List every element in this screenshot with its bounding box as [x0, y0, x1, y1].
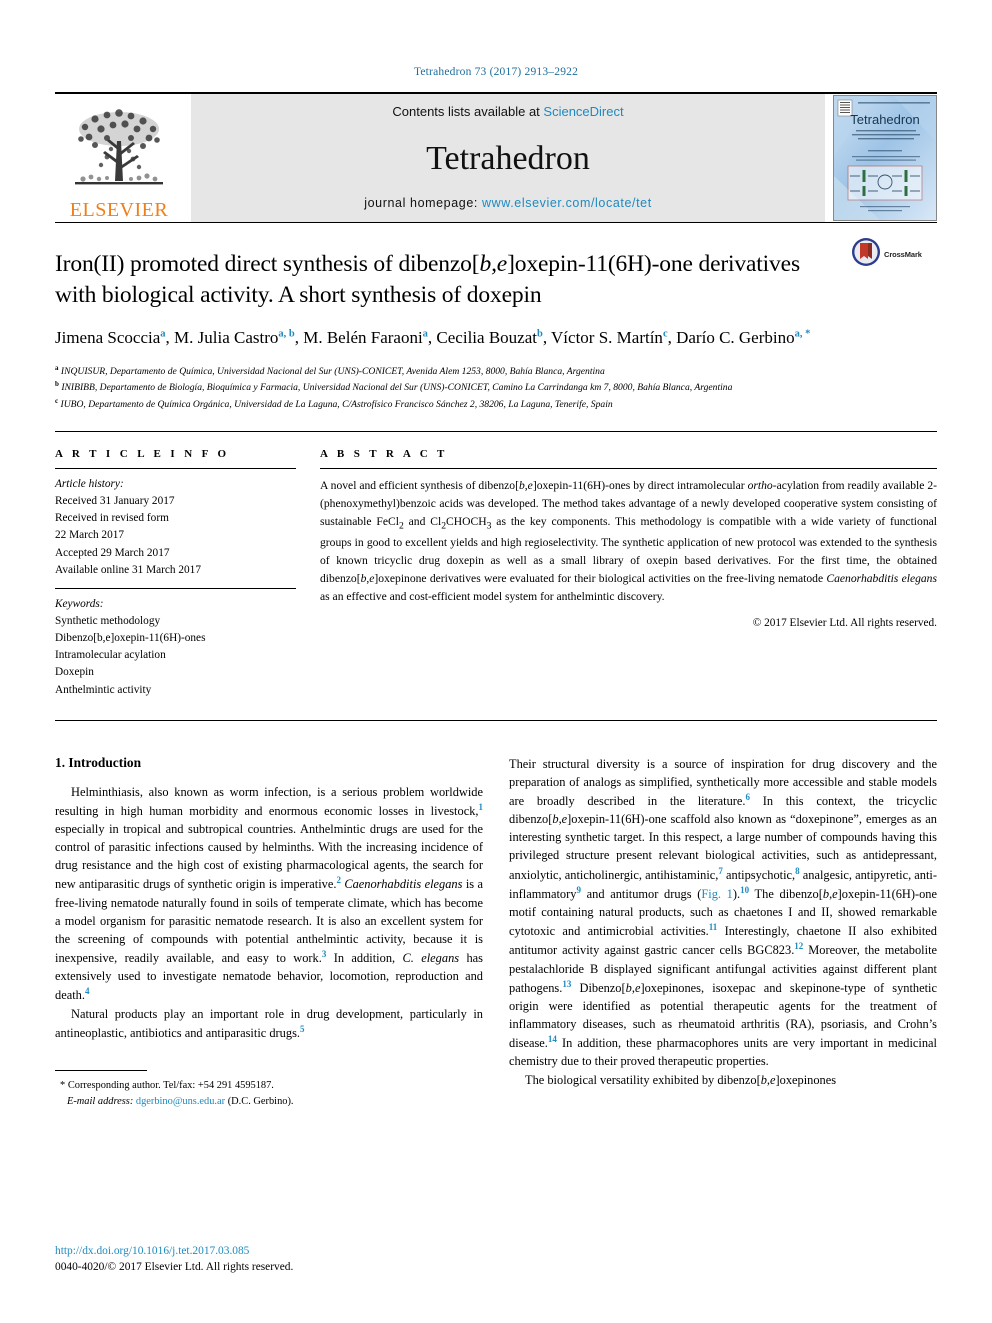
- abstract-heading: A B S T R A C T: [320, 447, 448, 460]
- homepage-label: journal homepage:: [364, 196, 483, 210]
- abstract-copyright: © 2017 Elsevier Ltd. All rights reserved…: [752, 617, 937, 629]
- issn-copyright-line: 0040-4020/© 2017 Elsevier Ltd. All right…: [55, 1261, 294, 1274]
- author-affil-mark: a, *: [794, 328, 811, 340]
- body-paragraph: Natural products play an important role …: [55, 1006, 483, 1040]
- journal-cover-thumbnail: Tetrahedron: [833, 95, 937, 221]
- abstract-text: A novel and efficient synthesis of diben…: [320, 478, 938, 604]
- page-footer: http://dx.doi.org/10.1016/j.tet.2017.03.…: [55, 1243, 293, 1276]
- affiliation-mark: c: [55, 397, 59, 406]
- article-history-block: Article history: Received 31 January 201…: [55, 469, 296, 588]
- email-link[interactable]: dgerbino@uns.edu.ar: [136, 1096, 225, 1107]
- author-affil-mark: a, b: [278, 328, 295, 340]
- body-column-right: Their structural diversity is a source o…: [509, 755, 937, 1109]
- body-paragraph: Helminthiasis, also known as worm infect…: [55, 784, 483, 1003]
- journal-article-page: Tetrahedron 73 (2017) 2913–2922 ELSEVIER…: [0, 0, 992, 1323]
- author-item: Jimena Scocciaa,: [55, 328, 174, 347]
- homepage-url[interactable]: www.elsevier.com/locate/tet: [482, 196, 652, 210]
- sciencedirect-link[interactable]: ScienceDirect: [543, 104, 623, 119]
- elsevier-tree-icon: [63, 107, 175, 199]
- author-name: Darío C. Gerbino: [676, 328, 795, 348]
- title-part-1: Iron(II) promoted direct synthesis of di…: [55, 251, 480, 277]
- author-name: Cecilia Bouzat: [436, 328, 537, 348]
- keyword-item: Intramolecular acylation: [55, 649, 166, 662]
- keyword-item: Synthetic methodology: [55, 614, 161, 627]
- crossmark-icon: [851, 237, 881, 272]
- corresponding-author-text: Corresponding author. Tel/fax: +54 291 4…: [67, 1079, 274, 1091]
- history-line: 22 March 2017: [55, 529, 125, 542]
- author-item: Darío C. Gerbinoa, *: [676, 328, 810, 347]
- history-line: Received in revised form: [55, 512, 169, 525]
- author-sep: ,: [542, 328, 552, 348]
- crossmark-badge[interactable]: CrossMark: [851, 237, 937, 272]
- affiliation-item: c IUBO, Departamento de Química Orgánica…: [55, 396, 937, 413]
- author-list: Jimena Scocciaa, M. Julia Castroa, b, M.…: [55, 326, 877, 351]
- history-line: Accepted 29 March 2017: [55, 546, 170, 559]
- affiliation-text: INIBIBB, Departamento de Biología, Bioqu…: [61, 382, 733, 394]
- corresponding-author-note: * Corresponding author. Tel/fax: +54 291…: [55, 1078, 483, 1109]
- keyword-item: Dibenzo[b,e]oxepin-11(6H)-ones: [55, 632, 206, 645]
- crossmark-label: CrossMark: [884, 250, 922, 259]
- title-part-2: ]oxepin-11(6H)-one: [507, 251, 693, 277]
- author-sep: ,: [165, 328, 175, 348]
- masthead-center: Contents lists available at ScienceDirec…: [191, 94, 825, 222]
- author-item: M. Julia Castroa, b,: [174, 328, 303, 347]
- author-name: M. Julia Castro: [174, 328, 279, 348]
- elsevier-logo: ELSEVIER: [55, 94, 183, 222]
- svg-text:Tetrahedron: Tetrahedron: [850, 112, 919, 127]
- footnote-divider: [55, 1069, 147, 1071]
- running-head: Tetrahedron 73 (2017) 2913–2922: [413, 66, 579, 78]
- email-suffix: (D.C. Gerbino).: [227, 1095, 294, 1107]
- body-paragraph: Their structural diversity is a source o…: [509, 756, 938, 1069]
- affiliation-item: a INQUISUR, Departamento de Química, Uni…: [55, 363, 937, 380]
- history-line: Available online 31 March 2017: [55, 563, 201, 576]
- abstract-bottom-rule: [55, 719, 937, 721]
- article-info-column: A R T I C L E I N F O Article history: R…: [55, 448, 320, 708]
- footnote-block: * Corresponding author. Tel/fax: +54 291…: [55, 1069, 483, 1109]
- section-heading-introduction: 1. Introduction: [55, 754, 142, 770]
- body-columns: 1. Introduction Helminthiasis, also know…: [55, 755, 937, 1109]
- keywords-block: Keywords: Synthetic methodology Dibenzo[…: [55, 589, 296, 708]
- author-item: Víctor S. Martínc,: [551, 328, 676, 347]
- footnote-star: *: [60, 1079, 66, 1091]
- doi-link[interactable]: http://dx.doi.org/10.1016/j.tet.2017.03.…: [55, 1243, 293, 1260]
- contents-lists-line: Contents lists available at ScienceDirec…: [392, 104, 623, 119]
- author-sep: ,: [294, 328, 304, 348]
- author-name: Jimena Scoccia: [55, 328, 161, 348]
- author-sep: ,: [667, 328, 677, 348]
- affiliation-mark: a: [55, 363, 59, 372]
- affiliation-list: a INQUISUR, Departamento de Química, Uni…: [55, 363, 937, 413]
- body-column-left: 1. Introduction Helminthiasis, also know…: [55, 755, 483, 1109]
- info-abstract-region: A R T I C L E I N F O Article history: R…: [55, 432, 937, 708]
- keywords-label: Keywords:: [55, 597, 104, 610]
- affiliation-item: b INIBIBB, Departamento de Biología, Bio…: [55, 379, 937, 396]
- elsevier-wordmark: ELSEVIER: [69, 199, 169, 221]
- article-history-label: Article history:: [55, 477, 124, 490]
- keyword-item: Doxepin: [55, 666, 94, 679]
- affiliation-text: INQUISUR, Departamento de Química, Unive…: [60, 365, 605, 377]
- body-paragraph: The biological versatility exhibited by …: [525, 1072, 837, 1087]
- author-item: M. Belén Faraonia,: [303, 328, 436, 347]
- author-item: Cecilia Bouzatb,: [436, 328, 551, 347]
- email-label: E-mail address:: [67, 1095, 134, 1107]
- article-info-heading: A R T I C L E I N F O: [55, 447, 230, 460]
- history-line: Received 31 January 2017: [55, 495, 175, 508]
- page-title: Iron(II) promoted direct synthesis of di…: [55, 249, 827, 310]
- article-head: CrossMark Iron(II) promoted direct synth…: [55, 223, 937, 413]
- affiliation-text: IUBO, Departamento de Química Orgánica, …: [60, 399, 613, 411]
- author-name: M. Belén Faraoni: [303, 328, 423, 348]
- journal-homepage-line: journal homepage: www.elsevier.com/locat…: [364, 196, 652, 210]
- affiliation-mark: b: [55, 380, 59, 389]
- author-name: Víctor S. Martín: [551, 328, 663, 348]
- journal-masthead: ELSEVIER Contents lists available at Sci…: [55, 92, 937, 222]
- title-italic-be: b,e: [479, 251, 508, 277]
- contents-prefix: Contents lists available at: [392, 104, 544, 119]
- keyword-item: Anthelmintic activity: [55, 683, 152, 696]
- abstract-column: A B S T R A C T A novel and efficient sy…: [320, 448, 937, 708]
- journal-title: Tetrahedron: [426, 139, 590, 177]
